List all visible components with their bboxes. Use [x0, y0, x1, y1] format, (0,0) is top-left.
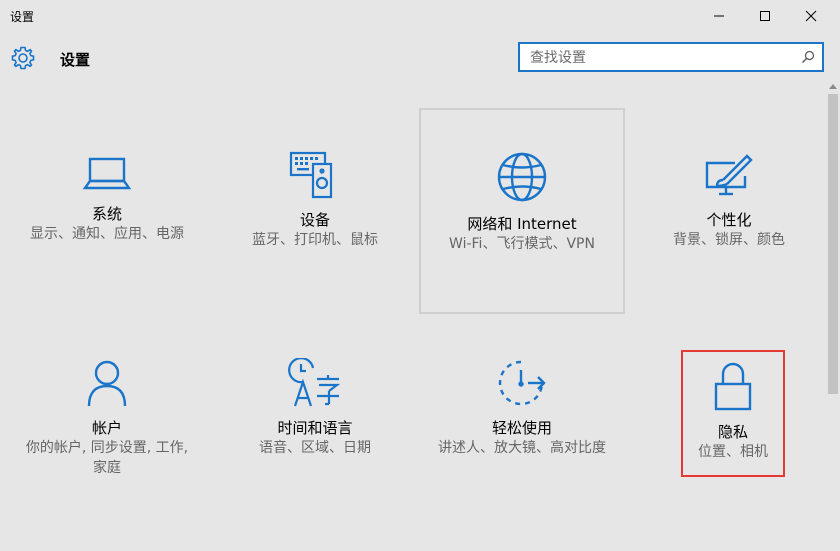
minimize-icon	[714, 15, 724, 17]
tile-name: 轻松使用	[491, 419, 552, 437]
person-icon	[87, 360, 127, 407]
devices-icon	[289, 151, 333, 199]
tile-privacy[interactable]: 隐私 位置、相机	[681, 350, 785, 477]
close-icon	[805, 10, 817, 22]
minimize-button[interactable]	[696, 0, 742, 32]
scroll-up-icon[interactable]	[826, 80, 840, 94]
tile-description: 你的帐户, 同步设置, 工作, 家庭	[25, 440, 189, 476]
maximize-button[interactable]	[742, 0, 788, 32]
window-title: 设置	[10, 10, 35, 24]
tile-description: 背景、锁屏、颜色	[673, 232, 785, 248]
globe-icon	[497, 152, 547, 202]
title-bar: 设置	[0, 0, 840, 32]
tile-name: 帐户	[91, 419, 122, 437]
tile-name: 个性化	[706, 211, 752, 229]
settings-window: 设置 设置 查找设置 系统 显示、通知、应用、电源 设备 蓝牙、打印机、鼠标 网…	[0, 0, 840, 551]
tile-name: 隐私	[717, 423, 748, 441]
lock-icon	[714, 362, 752, 411]
tile-network[interactable]: 网络和 Internet Wi-Fi、飞行模式、VPN	[419, 108, 625, 314]
tile-ease-of-access[interactable]: 轻松使用 讲述人、放大镜、高对比度	[419, 358, 625, 458]
tile-name: 时间和语言	[277, 419, 353, 437]
gear-icon	[11, 46, 35, 70]
tile-name: 设备	[299, 211, 330, 229]
tile-description: Wi-Fi、飞行模式、VPN	[449, 236, 595, 252]
personalization-icon	[705, 154, 753, 196]
close-button[interactable]	[788, 0, 834, 32]
tile-system[interactable]: 系统 显示、通知、应用、电源	[4, 150, 210, 244]
tile-personalization[interactable]: 个性化 背景、锁屏、颜色	[626, 150, 832, 250]
tile-description: 位置、相机	[698, 444, 768, 460]
laptop-icon	[82, 157, 132, 190]
maximize-icon	[760, 11, 770, 21]
tile-description: 蓝牙、打印机、鼠标	[252, 232, 378, 248]
search-box[interactable]	[518, 42, 824, 72]
search-input[interactable]	[530, 49, 790, 67]
tile-accounts[interactable]: 帐户 你的帐户, 同步设置, 工作, 家庭	[4, 358, 210, 478]
search-icon[interactable]	[800, 49, 816, 65]
tile-description: 显示、通知、应用、电源	[30, 226, 184, 242]
tile-devices[interactable]: 设备 蓝牙、打印机、鼠标	[212, 150, 418, 250]
tile-name: 网络和 Internet	[467, 215, 577, 233]
tile-description: 讲述人、放大镜、高对比度	[438, 440, 606, 456]
tile-description: 语音、区域、日期	[259, 440, 371, 456]
ease-of-access-icon	[498, 360, 546, 406]
time-language-icon	[288, 358, 341, 407]
tile-name: 系统	[91, 205, 122, 223]
tile-time-language[interactable]: 时间和语言 语音、区域、日期	[212, 358, 418, 458]
page-title: 设置	[60, 51, 91, 69]
